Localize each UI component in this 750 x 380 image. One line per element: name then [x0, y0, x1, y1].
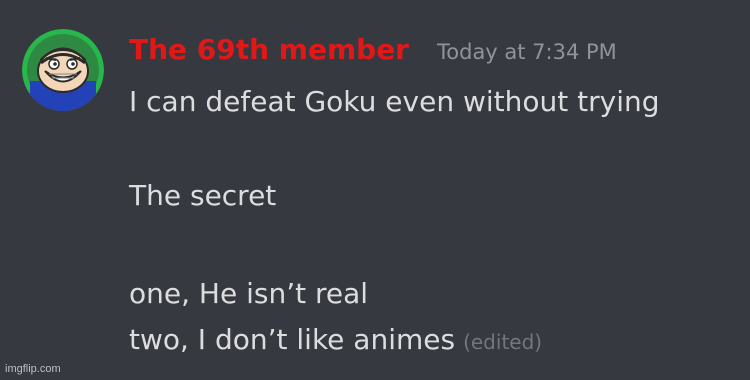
trollface-avatar-icon[interactable] — [22, 29, 104, 111]
message-line-1: I can defeat Goku even without trying — [129, 85, 660, 118]
imgflip-watermark: imgflip.com — [5, 363, 61, 375]
author-username[interactable]: The 69th member — [129, 28, 409, 72]
message-line-2: The secret — [129, 179, 277, 212]
chat-message: The 69th member Today at 7:34 PM I can d… — [0, 0, 750, 380]
message-line-3: one, He isn’t real — [129, 277, 369, 310]
message-line-4: two, I don’t like animes (edited) — [129, 320, 542, 362]
message-line-4-text: two, I don’t like animes — [129, 323, 456, 356]
edited-indicator: (edited) — [463, 330, 543, 354]
message-timestamp[interactable]: Today at 7:34 PM — [437, 35, 617, 69]
